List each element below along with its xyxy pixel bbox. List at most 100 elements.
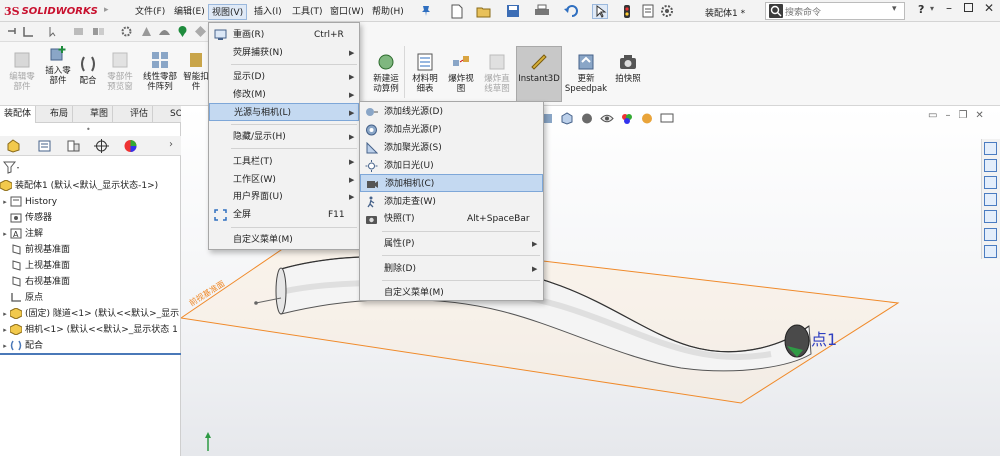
edit-component-button[interactable]: 编辑零 部件 [2,50,42,92]
viewport-restore-icon[interactable]: ▭ [928,110,937,121]
smart-fastener-button[interactable]: 智能扣 件 [182,50,210,92]
hide-show-items-icon[interactable] [600,112,614,125]
tree-item-top-plane[interactable]: 上视基准面 [0,258,181,274]
menu-item-add-camera[interactable]: 添加相机(C) [360,174,543,192]
tree-item-front-plane[interactable]: 前视基准面 [0,242,181,258]
menu-item-display[interactable]: 显示(D) ▶ [209,68,359,86]
menu-item-add-sunlight[interactable]: 添加日光(U) [360,157,543,175]
update-speedpak-button[interactable]: 更新 Speedpak [564,52,608,94]
options-gear-icon[interactable] [660,4,676,19]
menu-item-modify[interactable]: 修改(M) ▶ [209,86,359,104]
tree-item-sensors[interactable]: 传感器 [0,210,181,226]
menu-item-fullscreen[interactable]: 全屏 F11 [209,206,359,224]
tool-handle-icon[interactable] [6,25,19,38]
menu-edit[interactable]: 编辑(E) [171,4,208,20]
menu-insert[interactable]: 插入(I) [251,4,285,20]
display-manager-tab-icon[interactable] [123,139,138,153]
help-dropdown-icon[interactable]: ▾ [930,4,934,13]
menu-item-user-interface[interactable]: 用户界面(U) ▶ [209,188,359,206]
menu-tools[interactable]: 工具(T) [289,4,326,20]
component-preview-button[interactable]: 零部件 预览窗 [100,50,140,92]
minimize-icon[interactable]: – [946,1,952,15]
tab-sketch[interactable]: 草图 [86,106,114,123]
filter-icon[interactable] [2,161,21,174]
expand-arrow-icon[interactable]: ▸ [0,226,10,242]
print-icon[interactable] [534,4,550,19]
menu-item-properties[interactable]: 属性(P) ▶ [360,235,543,253]
search-input[interactable]: 搜索命令 [785,5,821,18]
menu-item-redraw[interactable]: 重画(R) Ctrl+R [209,26,359,44]
menu-item-add-spot-light[interactable]: 添加聚光源(S) [360,139,543,157]
menu-view[interactable]: 视图(V) [208,4,248,20]
tool-tag-icon[interactable] [72,25,85,38]
menu-item-hide-show[interactable]: 隐藏/显示(H) ▶ [209,128,359,146]
viewport-close-icon[interactable]: ✕ [975,110,983,121]
display-style-icon[interactable] [580,112,594,125]
menu-item-add-point-light[interactable]: 添加点光源(P) [360,121,543,139]
expand-arrow-icon[interactable]: ▸ [0,338,10,354]
menu-file[interactable]: 文件(F) [132,4,168,20]
menu-item-screen-capture[interactable]: 荧屏捕获(N) ▶ [209,44,359,62]
menu-item-add-directional-light[interactable]: 添加线光源(D) [360,103,543,121]
scene-icon[interactable] [640,112,654,125]
undo-icon[interactable] [563,4,579,19]
tool-dome-icon[interactable] [158,25,171,38]
expand-menu-icon[interactable]: ▸ [104,5,109,15]
menu-item-toolbars[interactable]: 工具栏(T) ▶ [209,153,359,171]
search-icon[interactable] [769,4,783,18]
feature-tree-tab-icon[interactable] [6,139,21,153]
tab-assembly[interactable]: 装配体 [0,106,37,123]
tool-cursor-icon[interactable] [48,25,61,38]
menu-item-workspace[interactable]: 工作区(W) ▶ [209,171,359,189]
tree-item-right-plane[interactable]: 右视基准面 [0,274,181,290]
edit-appearance-icon[interactable] [620,112,634,125]
viewport-maximize-icon[interactable]: ❐ [958,110,967,121]
solidworks-logo[interactable]: 3S SOLIDWORKS [4,3,98,19]
explode-line-sketch-button[interactable]: 爆炸直 线草图 [477,52,517,94]
expand-arrow-icon[interactable]: ▸ [0,322,10,338]
expand-arrow-icon[interactable]: ▸ [0,306,10,322]
view-palette-icon[interactable] [984,193,997,206]
menu-help[interactable]: 帮助(H) [369,4,407,20]
menu-item-customize-menu[interactable]: 自定义菜单(M) [360,284,543,302]
pin-icon[interactable] [420,5,432,17]
new-document-icon[interactable] [450,4,466,19]
menu-item-snapshot[interactable]: 快照(T) Alt+SpaceBar [360,210,543,228]
expand-arrow-icon[interactable]: ▸ [0,194,10,210]
tool-gear-icon[interactable] [120,25,133,38]
tree-item-annotations[interactable]: ▸ A 注解 [0,226,181,242]
configuration-manager-tab-icon[interactable] [66,139,81,153]
maximize-icon[interactable] [964,3,973,12]
view-orientation-icon[interactable] [560,111,574,125]
view-settings-icon[interactable] [660,112,674,125]
tool-shape-icon[interactable] [140,25,153,38]
panel-grip-icon[interactable]: • [86,125,91,134]
close-icon[interactable]: ✕ [984,1,994,15]
file-properties-icon[interactable] [641,4,657,19]
tool-angle-icon[interactable] [22,25,35,38]
search-dropdown-icon[interactable]: ▾ [892,4,897,14]
dimxpert-tab-icon[interactable] [94,139,109,153]
tree-item-history[interactable]: ▸ History [0,194,181,210]
home-icon[interactable] [984,142,997,155]
new-motion-study-button[interactable]: 新建运 动算例 [366,52,406,94]
appearances-icon[interactable] [984,210,997,223]
exploded-view-button[interactable]: 爆炸视 图 [441,52,481,94]
save-icon[interactable] [506,4,522,19]
point-label[interactable]: 点1 [811,326,837,350]
file-explorer-icon[interactable] [984,176,997,189]
menu-window[interactable]: 窗口(W) [327,4,367,20]
tree-item-origin[interactable]: 原点 [0,290,181,306]
custom-properties-icon[interactable] [984,228,997,241]
linear-pattern-button[interactable]: 线性零部 件阵列 [138,50,182,92]
menu-item-delete[interactable]: 删除(D) ▶ [360,260,543,278]
viewport-minimize-icon[interactable]: – [945,110,950,121]
tabs-scroll-right-icon[interactable]: › [169,139,173,150]
tree-item-mates[interactable]: ▸ 配合 [0,338,181,354]
design-library-icon[interactable] [984,159,997,172]
tab-layout[interactable]: 布局 [46,106,74,123]
bom-button[interactable]: 材料明 细表 [405,52,445,94]
tree-item-tunnel-part[interactable]: ▸ (固定) 隧道<1> (默认<<默认>_显示 [0,306,181,322]
menu-item-lights-cameras[interactable]: 光源与相机(L) ▶ [209,103,359,121]
tool-split-icon[interactable] [92,25,105,38]
